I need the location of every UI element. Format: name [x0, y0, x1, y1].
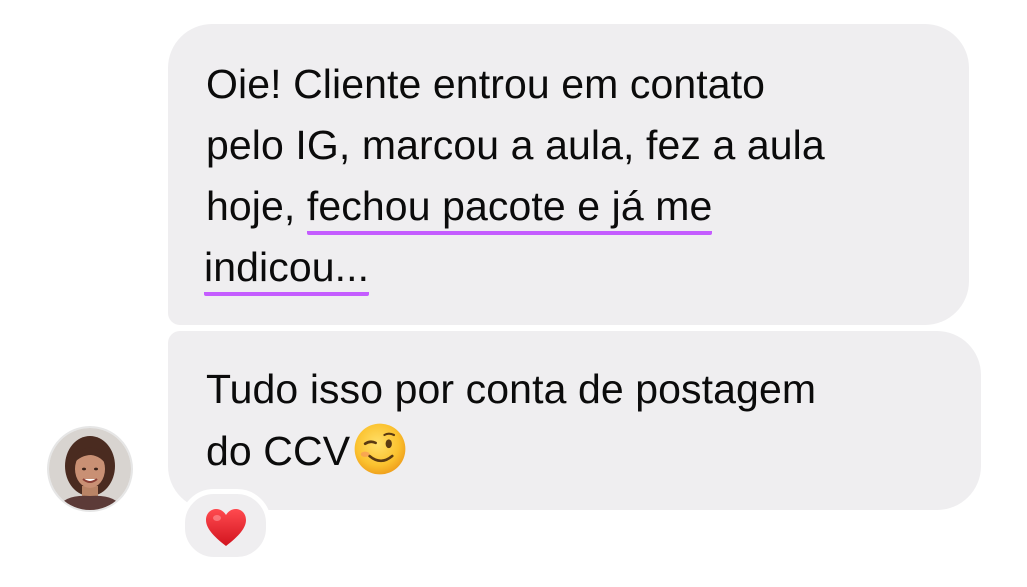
avatar-photo [49, 428, 131, 510]
red-heart-icon [206, 509, 246, 546]
message-2-line-1: Tudo isso por conta de postagem [206, 366, 817, 412]
highlighted-text-continued: indicou... [204, 242, 370, 296]
winking-face-icon [354, 423, 406, 475]
message-2-line-2-text: do CCV [206, 428, 351, 474]
message-1-line-3-plain: hoje, [206, 183, 307, 229]
avatar[interactable] [49, 428, 131, 510]
message-2-line-2: do CCV [206, 421, 408, 480]
highlighted-text: fechou pacote e já me [306, 181, 713, 235]
message-1-line-2: pelo IG, marcou a aula, fez a aula [206, 122, 825, 168]
message-1-line-1: Oie! Cliente entrou em contato [206, 61, 766, 107]
message-1-line-3: hoje, fechou pacote e já me [206, 177, 713, 235]
message-1-line-4: indicou... [204, 238, 370, 296]
reaction-pill[interactable] [180, 489, 271, 562]
